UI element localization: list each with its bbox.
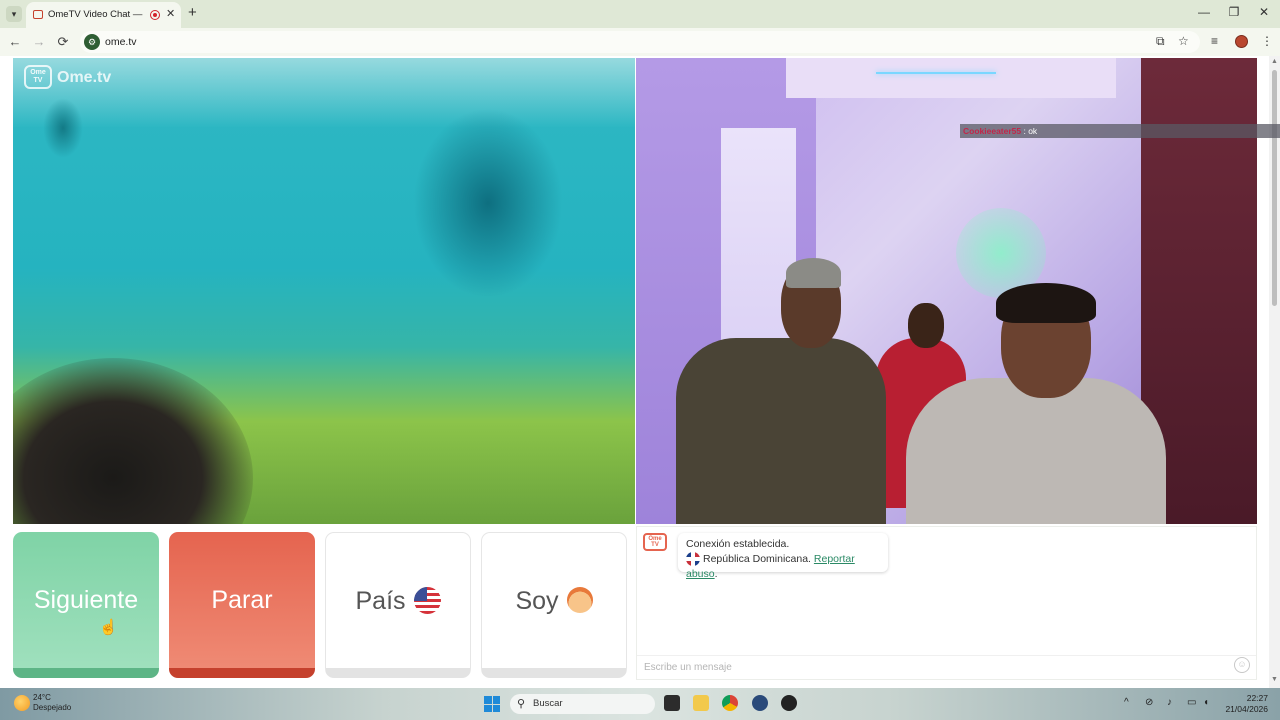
wifi-icon[interactable]: ▭ (1187, 697, 1196, 708)
logo-badge: Ome TV (24, 65, 52, 89)
connection-status: Conexión establecida. (686, 538, 790, 550)
emoji-icon[interactable]: ☺ (1234, 657, 1250, 673)
back-button[interactable]: ← (7, 34, 23, 49)
mic-icon[interactable]: ♪ (1167, 697, 1172, 708)
taskbar-search[interactable]: ⚲ Buscar (510, 694, 655, 714)
tab-title: OmeTV Video Chat — Omegle (48, 9, 144, 20)
cursor-icon: ☝ (99, 619, 118, 636)
chat-logo-icon: Ome TV (643, 533, 667, 551)
close-window-button[interactable]: ✕ (1256, 5, 1272, 19)
windows-start-icon[interactable] (484, 696, 500, 712)
app-icon[interactable] (752, 695, 768, 711)
forward-button[interactable]: → (31, 34, 47, 49)
chrome-icon[interactable] (722, 695, 738, 711)
weather-temp: 24°C (33, 693, 51, 702)
partner-country-line: República Dominicana. Reportar abuso. (686, 552, 855, 580)
new-tab-button[interactable]: + (188, 4, 197, 21)
obs-icon[interactable] (781, 695, 797, 711)
tray-chevron-icon[interactable]: ^ (1124, 697, 1129, 708)
task-view-icon[interactable] (664, 695, 680, 711)
next-button[interactable]: Siguiente (13, 532, 159, 678)
local-video: Ome TV Ome.tv (13, 58, 635, 524)
taskbar: 24°C Despejado ⚲ Buscar ^ ⊘ ♪ ▭ ◖ 22:27 … (0, 688, 1280, 720)
system-message: Conexión establecida. República Dominica… (678, 533, 888, 580)
star-icon[interactable]: ☆ (1178, 34, 1189, 48)
minimize-button[interactable]: — (1196, 5, 1212, 19)
reload-button[interactable]: ⟳ (55, 34, 71, 50)
url-text[interactable]: ome.tv (105, 36, 137, 48)
face-icon (566, 587, 593, 614)
clock-date: 21/04/2026 (1225, 704, 1268, 714)
weather-desc: Despejado (33, 703, 72, 712)
partner-country: República Dominicana. (703, 553, 811, 565)
tab-close-icon[interactable]: ✕ (166, 7, 175, 20)
next-button-label: Siguiente (33, 586, 139, 614)
search-label: Buscar (533, 698, 563, 709)
overlay-message: : ok (1021, 126, 1038, 136)
tab-search-dropdown-icon[interactable]: ▾ (6, 6, 22, 22)
overlay-username: Cookieeater55 (963, 126, 1022, 136)
scrollbar-thumb[interactable] (1272, 70, 1277, 306)
gender-button-label: Soy (515, 587, 559, 615)
media-icon[interactable]: ≡ (1211, 34, 1218, 48)
page-scrollbar[interactable]: ▲ ▼ (1269, 56, 1280, 688)
site-info-icon[interactable]: ⚙ (84, 34, 100, 50)
scroll-up-icon[interactable]: ▲ (1271, 58, 1278, 65)
chat-message-input[interactable]: Escribe un mensaje (637, 655, 1256, 679)
chat-panel: Ome TV Conexión establecida. República D… (636, 526, 1257, 680)
menu-icon[interactable]: ⋮ (1261, 34, 1273, 48)
tab-strip: ▾ OmeTV Video Chat — Omegle ✕ + — ❐ ✕ (0, 0, 1280, 28)
flag-do-icon (686, 552, 700, 567)
address-bar-row: ← → ⟳ ⚙ ome.tv ⧉ ☆ ≡ ⋮ (0, 28, 1280, 56)
file-explorer-icon[interactable] (693, 695, 709, 711)
stop-button[interactable]: Parar (169, 532, 315, 678)
restore-button[interactable]: ❐ (1226, 5, 1242, 19)
remote-chat-overlay: Cookieeater55 : ok (960, 124, 1280, 138)
omnibox[interactable]: ⚙ ome.tv ⧉ ☆ (80, 31, 1200, 53)
clock-time: 22:27 (1246, 693, 1268, 703)
gender-button[interactable]: Soy (481, 532, 627, 678)
page-viewport: Ome TV Ome.tv Siguiente Parar País Soy ☝… (0, 56, 1280, 688)
country-button-label: País (355, 587, 406, 615)
country-button[interactable]: País (325, 532, 471, 678)
taskbar-clock[interactable]: 22:27 21/04/2026 (1222, 693, 1268, 715)
scroll-down-icon[interactable]: ▼ (1271, 676, 1278, 683)
volume-icon[interactable]: ◖ (1203, 697, 1209, 708)
logo-text: Ome.tv (57, 69, 112, 86)
browser-tab-active[interactable]: OmeTV Video Chat — Omegle ✕ (26, 2, 181, 28)
favicon-icon (33, 10, 43, 19)
flag-us-icon (413, 586, 441, 614)
weather-icon[interactable] (14, 695, 30, 711)
stop-button-label: Parar (211, 586, 273, 614)
network-off-icon[interactable]: ⊘ (1145, 697, 1153, 708)
install-icon[interactable]: ⧉ (1156, 34, 1165, 49)
search-icon: ⚲ (517, 698, 526, 710)
record-icon (150, 10, 160, 20)
profile-icon[interactable] (1235, 35, 1248, 48)
weather-widget[interactable]: 24°C Despejado (33, 693, 71, 713)
